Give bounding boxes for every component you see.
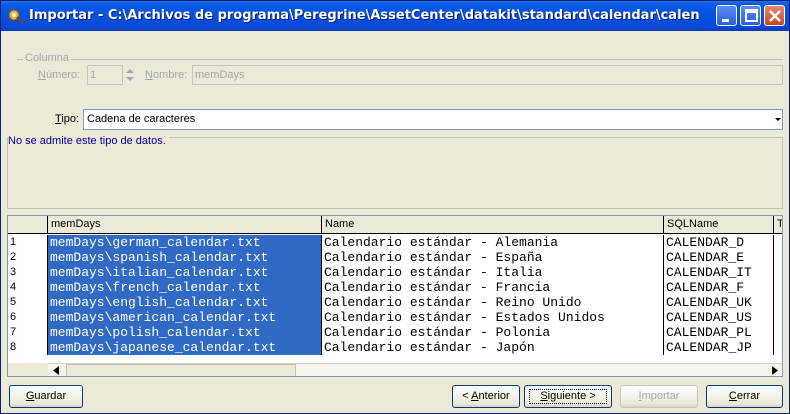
cell-name[interactable]: Calendario estándar - Alemania [322,235,664,250]
col-header-sqlname[interactable]: SQLName [664,216,774,234]
row-number[interactable]: 3 [8,265,48,280]
cell-memdays[interactable]: memDays\italian_calendar.txt [48,265,322,280]
numero-spinner [123,65,137,85]
col-header-name[interactable]: Name [322,216,664,234]
message-panel [7,137,783,209]
cell-memdays[interactable]: memDays\french_calendar.txt [48,280,322,295]
title-bar[interactable]: Importar - C:\Archivos de programa\Pereg… [1,1,789,31]
close-button[interactable] [764,5,785,26]
cerrar-button[interactable]: Cerrar [706,385,783,408]
cell-memdays[interactable]: memDays\english_calendar.txt [48,295,322,310]
row-number[interactable]: 5 [8,295,48,310]
columna-legend: Columna [23,52,72,64]
scroll-right-icon[interactable] [765,364,782,376]
col-header-ti[interactable]: Ti [774,216,782,234]
chevron-down-icon[interactable] [774,110,782,129]
anterior-button[interactable]: < Anterior [452,385,520,408]
app-icon [7,7,25,25]
cell-sqlname[interactable]: CALENDAR_US [664,310,774,325]
cell-memdays[interactable]: memDays\polish_calendar.txt [48,325,322,340]
cell-sqlname[interactable]: CALENDAR_D [664,235,774,250]
grid-corner-header [8,216,48,234]
horizontal-scrollbar[interactable] [48,363,782,376]
cell-sqlname[interactable]: CALENDAR_IT [664,265,774,280]
cell-name[interactable]: Calendario estándar - Reino Unido [322,295,664,310]
cell-name[interactable]: Calendario estándar - España [322,250,664,265]
siguiente-button[interactable]: Siguiente > [524,385,612,408]
cell-sqlname[interactable]: CALENDAR_JP [664,340,774,355]
row-number[interactable]: 8 [8,340,48,355]
tipo-select[interactable]: Cadena de caracteres [83,109,783,130]
cell-sqlname[interactable]: CALENDAR_F [664,280,774,295]
cell-name[interactable]: Calendario estándar - Estados Unidos [322,310,664,325]
message-text: No se admite este tipo de datos. [8,135,169,147]
cell-name[interactable]: Calendario estándar - Japón [322,340,664,355]
nombre-label: Nombre: [145,69,188,81]
cell-sqlname[interactable]: CALENDAR_UK [664,295,774,310]
row-number[interactable]: 7 [8,325,48,340]
cell-memdays[interactable]: memDays\german_calendar.txt [48,235,322,250]
col-header-memdays[interactable]: memDays [48,216,322,234]
cell-name[interactable]: Calendario estándar - Italia [322,265,664,280]
row-number[interactable]: 6 [8,310,48,325]
cell-name[interactable]: Calendario estándar - Francia [322,280,664,295]
minimize-button[interactable] [716,5,737,26]
maximize-button[interactable] [740,5,761,26]
scroll-thumb[interactable] [66,364,296,376]
cell-sqlname[interactable]: CALENDAR_PL [664,325,774,340]
cell-sqlname[interactable]: CALENDAR_E [664,250,774,265]
scroll-corner [8,363,48,376]
nombre-field: memDays [192,65,783,85]
row-number[interactable]: 4 [8,280,48,295]
row-number[interactable]: 2 [8,250,48,265]
guardar-button[interactable]: Guardar [9,385,83,408]
cell-memdays[interactable]: memDays\spanish_calendar.txt [48,250,322,265]
row-number[interactable]: 1 [8,235,48,250]
preview-grid[interactable]: memDays Name SQLName Ti 1memDays\german_… [7,215,783,377]
scroll-left-icon[interactable] [48,364,66,376]
cell-name[interactable]: Calendario estándar - Polonia [322,325,664,340]
import-dialog: Importar - C:\Archivos de programa\Pereg… [0,0,790,414]
tipo-value: Cadena de caracteres [87,113,196,125]
window-title: Importar - C:\Archivos de programa\Pereg… [29,8,699,23]
numero-label: Número: [38,69,81,81]
importar-button[interactable]: Importar [620,385,698,408]
cell-memdays[interactable]: memDays\japanese_calendar.txt [48,340,322,355]
numero-field: 1 [87,65,123,85]
cell-memdays[interactable]: memDays\american_calendar.txt [48,310,322,325]
tipo-label: Tipo: [55,113,80,125]
